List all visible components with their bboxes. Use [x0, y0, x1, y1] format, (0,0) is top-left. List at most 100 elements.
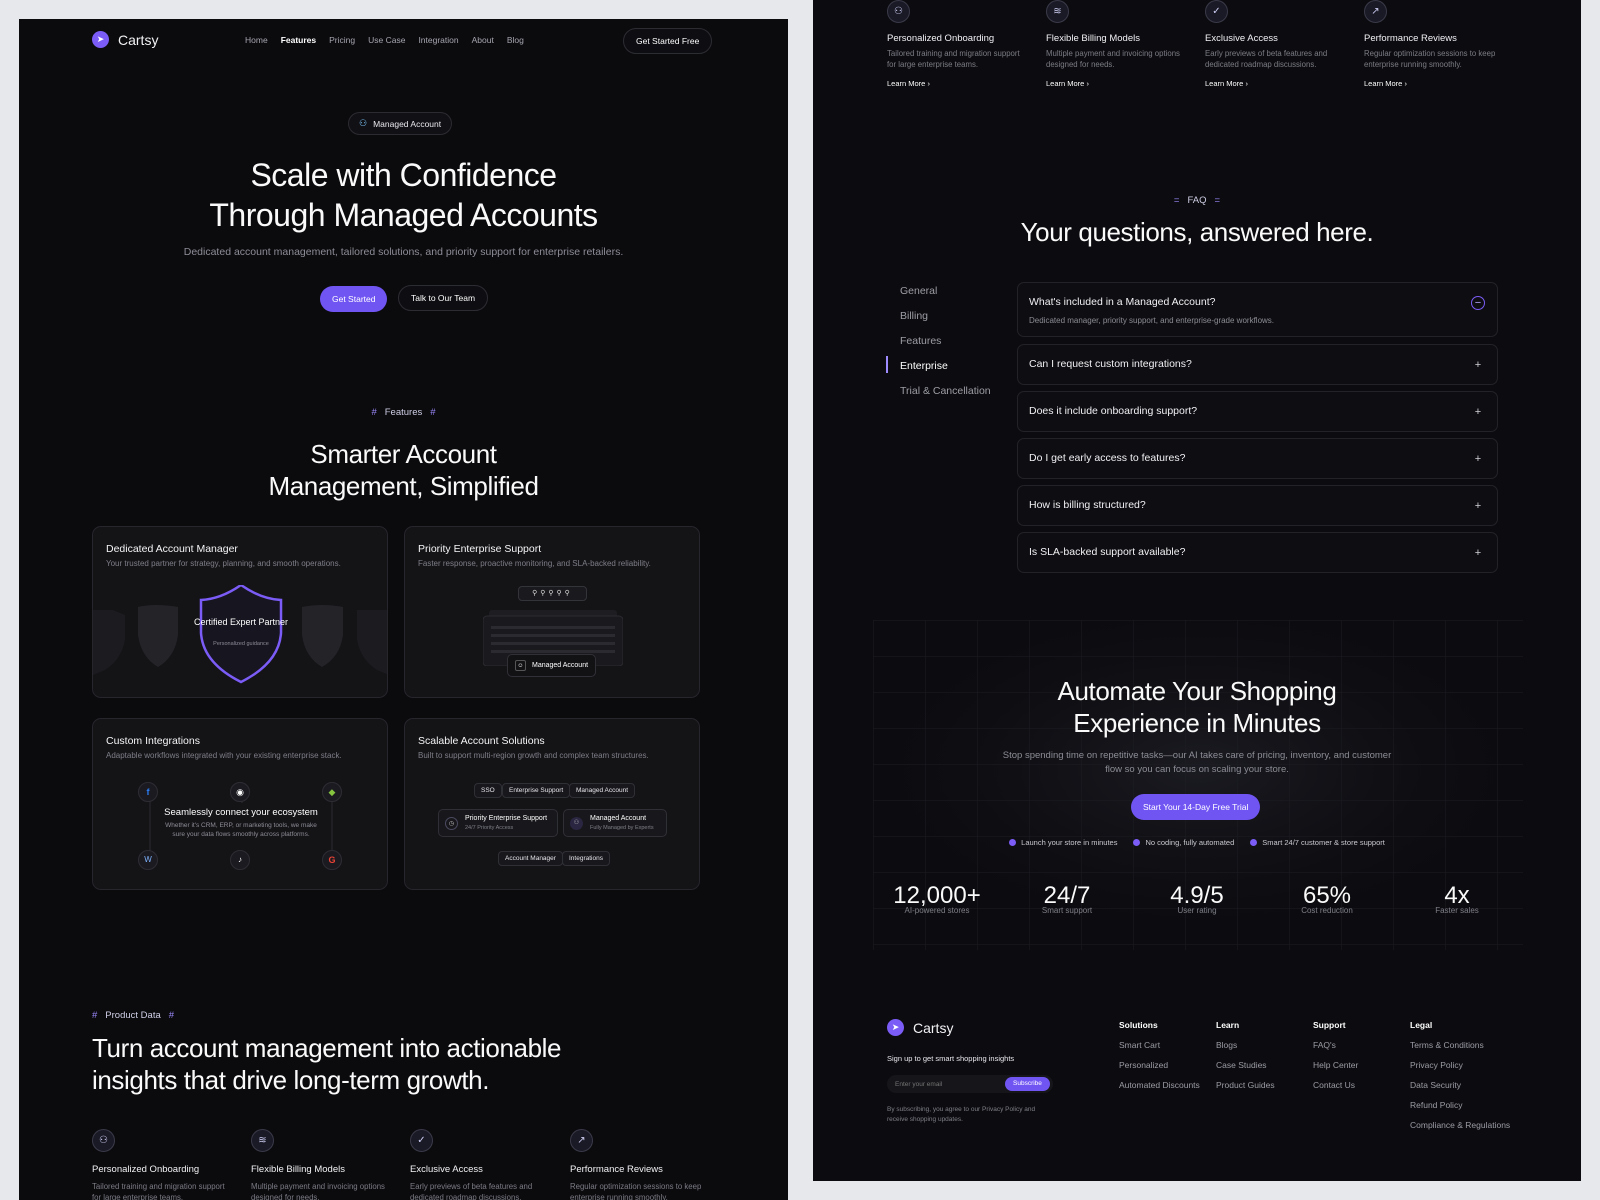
feature-card-account-manager[interactable]: Dedicated Account Manager Your trusted p… — [92, 526, 388, 698]
start-trial-button[interactable]: Start Your 14-Day Free Trial — [1131, 794, 1261, 820]
shopify-icon: ◆ — [322, 782, 342, 802]
nav-home[interactable]: Home — [245, 35, 268, 45]
check-item: Smart 24/7 customer & store support — [1250, 838, 1385, 847]
feature-card-scalable[interactable]: Scalable Account Solutions Built to supp… — [404, 718, 700, 890]
stats-row: 12,000+ AI-powered stores 24/7 Smart suppo… — [887, 882, 1507, 915]
card-desc: Adaptable workflows integrated with your… — [106, 751, 342, 760]
faq-item[interactable]: Is SLA-backed support available? + — [1017, 532, 1498, 573]
footer-link[interactable]: Case Studies — [1216, 1060, 1311, 1070]
learn-more-link[interactable]: Learn More › — [1046, 79, 1186, 88]
faq-item[interactable]: How is billing structured? + — [1017, 485, 1498, 526]
minus-icon[interactable]: − — [1471, 296, 1485, 310]
user-icon: ⚇ — [359, 118, 368, 128]
features-eyebrow: # Features # — [371, 407, 436, 418]
subscribe-button[interactable]: Subscribe — [1005, 1077, 1050, 1091]
brand[interactable]: ➤ Cartsy — [92, 31, 158, 48]
hero-title-line2: Through Managed Accounts — [209, 197, 598, 233]
faq-cat-billing[interactable]: Billing — [900, 310, 991, 335]
faq-item[interactable]: Do I get early access to features? + — [1017, 438, 1498, 479]
nav-blog[interactable]: Blog — [507, 35, 524, 45]
header-cta-button[interactable]: Get Started Free — [623, 28, 713, 54]
footer-col-support: Support FAQ's Help Center Contact Us — [1313, 1020, 1408, 1100]
layers-icon: ≋ — [1046, 0, 1069, 23]
footer-link[interactable]: Privacy Policy — [1410, 1060, 1530, 1070]
feature-card-priority-support[interactable]: Priority Enterprise Support Faster respo… — [404, 526, 700, 698]
newsletter-label: Sign up to get smart shopping insights — [887, 1054, 1015, 1063]
plus-icon[interactable]: + — [1471, 452, 1485, 466]
faq-item-open[interactable]: What's included in a Managed Account? De… — [1017, 282, 1498, 337]
tag-managed-account: Managed Account — [569, 783, 636, 798]
product-item-onboarding: ⚇ Personalized Onboarding Tailored train… — [92, 1129, 232, 1200]
nav-pricing[interactable]: Pricing — [329, 35, 355, 45]
learn-more-link[interactable]: Learn More › — [887, 79, 1027, 88]
stat-cost: 65% Cost reduction — [1301, 882, 1353, 915]
card-title: Custom Integrations — [106, 735, 200, 747]
card-title: Dedicated Account Manager — [106, 543, 238, 555]
faq-cat-enterprise[interactable]: Enterprise — [900, 360, 991, 385]
product-eyebrow: # Product Data # — [92, 1010, 175, 1021]
hero-title: Scale with Confidence Through Managed Ac… — [19, 155, 788, 235]
clock-icon: ◷ — [445, 817, 458, 830]
footer-brand[interactable]: ➤ Cartsy — [887, 1019, 953, 1036]
plus-icon[interactable]: + — [1471, 546, 1485, 560]
check-circle-icon — [1133, 839, 1141, 846]
user-icon: ⚇ — [570, 817, 583, 830]
faq-item[interactable]: Can I request custom integrations? + — [1017, 344, 1498, 385]
active-category-indicator — [886, 356, 888, 373]
user-icon: ⚇ — [92, 1129, 115, 1152]
priority-support-chip: ◷ Priority Enterprise Support 24/7 Prior… — [438, 809, 558, 837]
email-input[interactable] — [895, 1078, 995, 1090]
plus-icon[interactable]: + — [1471, 358, 1485, 372]
footer-link[interactable]: Refund Policy — [1410, 1100, 1530, 1110]
footer-link[interactable]: FAQ's — [1313, 1040, 1408, 1050]
product-item-performance: ↗ Performance Reviews Regular optimizati… — [570, 1129, 710, 1200]
hero-pill: ⚇ Managed Account — [348, 112, 453, 135]
check-badge-icon: ✓ — [1205, 0, 1228, 23]
nav-about[interactable]: About — [472, 35, 494, 45]
chevron-right-icon: › — [1086, 79, 1089, 88]
stat-sales: 4x Faster sales — [1435, 882, 1479, 915]
cta-description: Stop spending time on repetitive tasks—o… — [1002, 750, 1392, 775]
footer-link[interactable]: Contact Us — [1313, 1080, 1408, 1090]
faq-cat-general[interactable]: General — [900, 285, 991, 310]
nav-use-case[interactable]: Use Case — [368, 35, 405, 45]
footer-link[interactable]: Automated Discounts — [1119, 1080, 1214, 1090]
faq-title: Your questions, answered here. — [1020, 217, 1374, 247]
talk-to-team-button[interactable]: Talk to Our Team — [398, 285, 489, 311]
footer-link[interactable]: Data Security — [1410, 1080, 1530, 1090]
footer-link[interactable]: Product Guides — [1216, 1080, 1311, 1090]
footer-link[interactable]: Blogs — [1216, 1040, 1311, 1050]
footer-link[interactable]: Personalized — [1119, 1060, 1214, 1070]
footer-link[interactable]: Smart Cart — [1119, 1040, 1214, 1050]
landing-page-bottom: ⚇ Personalized Onboarding Tailored train… — [813, 0, 1581, 1181]
newsletter-form: Subscribe — [887, 1075, 1053, 1093]
feature-card-integrations[interactable]: Custom Integrations Adaptable workflows … — [92, 718, 388, 890]
check-item: Launch your store in minutes — [1009, 838, 1117, 847]
top-item-exclusive: ✓ Exclusive Access Early previews of bet… — [1205, 0, 1345, 88]
footer-link[interactable]: Help Center — [1313, 1060, 1408, 1070]
landing-page-top: ➤ Cartsy Home Features Pricing Use Case … — [19, 19, 788, 1200]
badge-subtitle: Personalized guidance — [213, 641, 269, 647]
google-icon: G — [322, 850, 342, 870]
get-started-button[interactable]: Get Started — [320, 286, 388, 312]
check-badge-icon: ✓ — [410, 1129, 433, 1152]
faq-cat-trial[interactable]: Trial & Cancellation — [900, 385, 991, 410]
nav-features[interactable]: Features — [281, 35, 316, 45]
tag-integrations: Integrations — [562, 851, 610, 866]
nav-integration[interactable]: Integration — [418, 35, 458, 45]
faq-cat-features[interactable]: Features — [900, 335, 991, 360]
plus-icon[interactable]: + — [1471, 499, 1485, 513]
ecosystem-box: Seamlessly connect your ecosystem Whethe… — [154, 803, 328, 849]
brand-name: Cartsy — [118, 31, 159, 48]
faq-eyebrow: = FAQ = — [1173, 195, 1221, 206]
learn-more-link[interactable]: Learn More › — [1205, 79, 1345, 88]
learn-more-link[interactable]: Learn More › — [1364, 79, 1504, 88]
faq-answer: Dedicated manager, priority support, and… — [1029, 316, 1275, 325]
user-icon: ⚇ — [887, 0, 910, 23]
footer-link[interactable]: Compliance & Regulations — [1410, 1120, 1530, 1130]
faq-item[interactable]: Does it include onboarding support? + — [1017, 391, 1498, 432]
footer-link[interactable]: Terms & Conditions — [1410, 1040, 1530, 1050]
footer-col-learn: Learn Blogs Case Studies Product Guides — [1216, 1020, 1311, 1100]
cta-title: Automate Your Shopping Experience in Min… — [1057, 676, 1337, 738]
plus-icon[interactable]: + — [1471, 405, 1485, 419]
